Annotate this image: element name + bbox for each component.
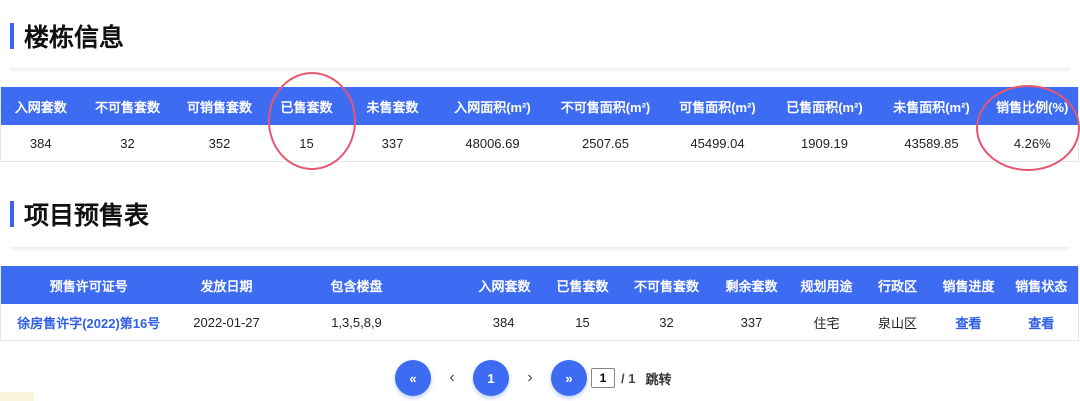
header-usage: 规划用途 bbox=[790, 266, 863, 304]
cell-sellable-area: 45499.04 bbox=[662, 125, 773, 162]
header-total-area: 入网面积(m²) bbox=[436, 87, 549, 125]
table-row: 徐房售许字(2022)第16号 2022-01-27 1,3,5,8,9 384… bbox=[0, 304, 1079, 341]
title-accent-bar bbox=[10, 201, 14, 227]
header-sold-area: 已售面积(m²) bbox=[772, 87, 877, 125]
cell-total-area: 48006.69 bbox=[436, 125, 549, 162]
header-unsellable-units: 不可售套数 bbox=[620, 266, 713, 304]
page-number-input[interactable] bbox=[591, 368, 615, 388]
cell-usage: 住宅 bbox=[790, 304, 863, 341]
header-sellable-area: 可售面积(m²) bbox=[662, 87, 773, 125]
pagination: « ‹ 1 › » / 1 跳转 bbox=[395, 360, 671, 396]
presale-table: 预售许可证号 发放日期 包含楼盘 入网套数 已售套数 不可售套数 剩余套数 规划… bbox=[0, 266, 1079, 341]
header-sales-progress: 销售进度 bbox=[932, 266, 1005, 304]
table-header-row: 入网套数 不可售套数 可销售套数 已售套数 未售套数 入网面积(m²) 不可售面… bbox=[0, 87, 1079, 125]
view-status-link[interactable]: 查看 bbox=[1004, 304, 1079, 341]
header-issue-date: 发放日期 bbox=[176, 266, 277, 304]
presale-table-title: 项目预售表 bbox=[10, 196, 149, 232]
first-page-button[interactable]: « bbox=[395, 360, 431, 396]
page-1-button[interactable]: 1 bbox=[473, 360, 509, 396]
view-progress-link[interactable]: 查看 bbox=[932, 304, 1005, 341]
header-unsellable-units: 不可售套数 bbox=[80, 87, 175, 125]
cell-remaining-units: 337 bbox=[712, 304, 791, 341]
cell-sold-units: 15 bbox=[264, 125, 349, 162]
presale-table-title-text: 项目预售表 bbox=[24, 201, 150, 230]
title-accent-bar bbox=[10, 23, 14, 49]
header-sales-status: 销售状态 bbox=[1004, 266, 1079, 304]
header-sold-units: 已售套数 bbox=[264, 87, 349, 125]
cell-total-units: 384 bbox=[0, 125, 81, 162]
permit-number-link[interactable]: 徐房售许字(2022)第16号 bbox=[0, 304, 177, 341]
header-total-units: 入网套数 bbox=[0, 87, 81, 125]
section-divider bbox=[10, 68, 1070, 70]
header-sales-ratio: 销售比例(%) bbox=[986, 87, 1079, 125]
cell-sellable-units: 352 bbox=[174, 125, 265, 162]
building-info-table: 入网套数 不可售套数 可销售套数 已售套数 未售套数 入网面积(m²) 不可售面… bbox=[0, 87, 1079, 162]
total-pages: / 1 bbox=[621, 370, 636, 386]
next-page-button[interactable]: › bbox=[509, 369, 551, 387]
cell-sold-area: 1909.19 bbox=[772, 125, 877, 162]
building-info-title: 楼栋信息 bbox=[10, 18, 124, 54]
header-sold-units: 已售套数 bbox=[544, 266, 621, 304]
cell-total-units: 384 bbox=[436, 304, 545, 341]
cell-unsellable-area: 2507.65 bbox=[548, 125, 663, 162]
header-unsellable-area: 不可售面积(m²) bbox=[548, 87, 663, 125]
last-page-button[interactable]: » bbox=[551, 360, 587, 396]
header-district: 行政区 bbox=[862, 266, 933, 304]
cell-buildings: 1,3,5,8,9 bbox=[276, 304, 437, 341]
cell-sold-units: 15 bbox=[544, 304, 621, 341]
corner-decoration bbox=[0, 392, 34, 401]
prev-page-button[interactable]: ‹ bbox=[431, 369, 473, 387]
cell-sales-ratio: 4.26% bbox=[986, 125, 1079, 162]
cell-unsellable-units: 32 bbox=[80, 125, 175, 162]
header-sellable-units: 可销售套数 bbox=[174, 87, 265, 125]
header-unsold-area: 未售面积(m²) bbox=[876, 87, 987, 125]
header-remaining-units: 剩余套数 bbox=[712, 266, 791, 304]
cell-issue-date: 2022-01-27 bbox=[176, 304, 277, 341]
header-buildings: 包含楼盘 bbox=[276, 266, 437, 304]
header-total-units: 入网套数 bbox=[436, 266, 545, 304]
header-unsold-units: 未售套数 bbox=[348, 87, 437, 125]
section-divider bbox=[10, 247, 1070, 249]
cell-unsold-area: 43589.85 bbox=[876, 125, 987, 162]
header-permit-number: 预售许可证号 bbox=[0, 266, 177, 304]
building-info-title-text: 楼栋信息 bbox=[24, 23, 125, 52]
cell-unsold-units: 337 bbox=[348, 125, 437, 162]
jump-button[interactable]: 跳转 bbox=[645, 369, 671, 388]
table-header-row: 预售许可证号 发放日期 包含楼盘 入网套数 已售套数 不可售套数 剩余套数 规划… bbox=[0, 266, 1079, 304]
cell-unsellable-units: 32 bbox=[620, 304, 713, 341]
table-row: 384 32 352 15 337 48006.69 2507.65 45499… bbox=[0, 125, 1079, 162]
cell-district: 泉山区 bbox=[862, 304, 933, 341]
